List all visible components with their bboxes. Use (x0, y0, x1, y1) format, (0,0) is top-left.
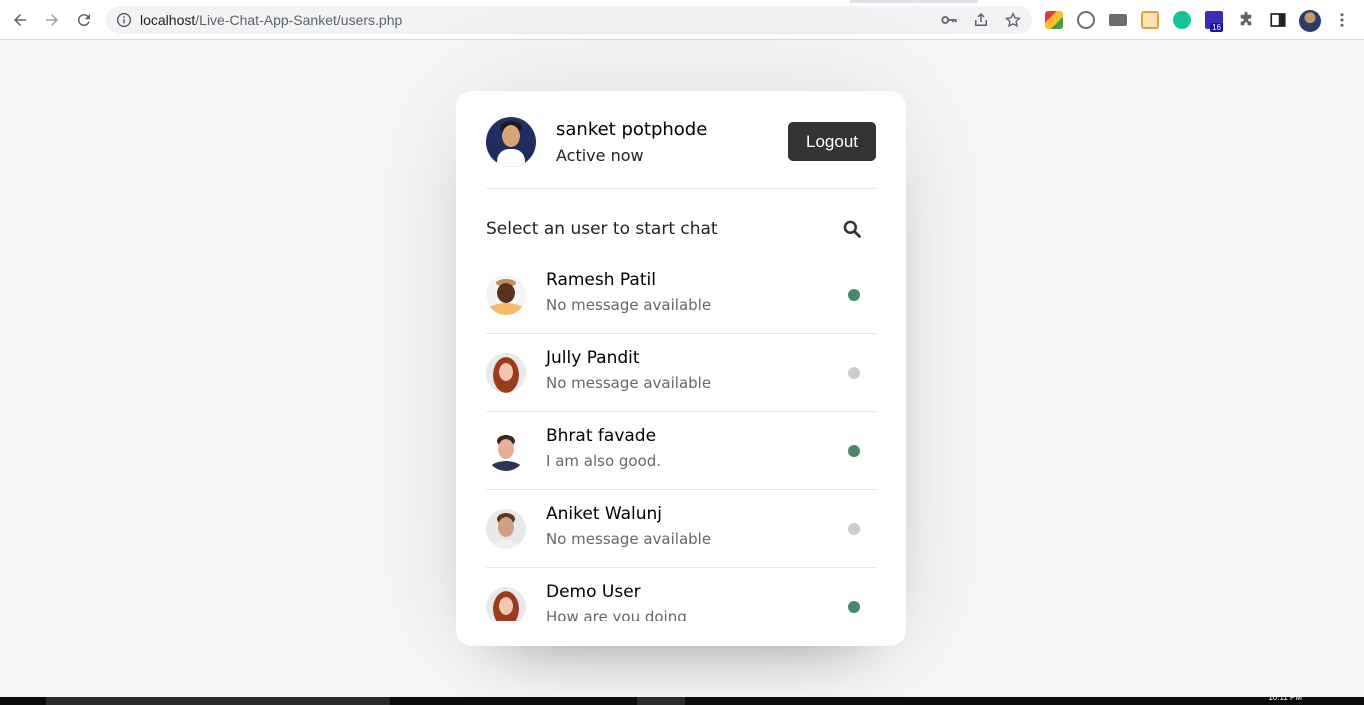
colorful-extension-icon[interactable] (1045, 11, 1063, 29)
user-item[interactable]: Bhrat favade I am also good. (486, 412, 876, 490)
user-item[interactable]: Demo User How are you doing (486, 568, 876, 621)
offline-status-dot (848, 367, 860, 379)
url-text[interactable]: localhost/Live-Chat-App-Sanket/users.php (140, 12, 402, 28)
user-name: Jully Pandit (546, 348, 640, 368)
url-path: /Live-Chat-App-Sanket/users.php (195, 12, 403, 28)
extension-badge: 16 (1210, 23, 1223, 32)
current-user-avatar (486, 117, 536, 167)
bookmark-star-icon[interactable] (1004, 11, 1022, 29)
user-name: Ramesh Patil (546, 270, 656, 290)
users-card: sanket potphode Active now Logout Select… (456, 91, 906, 646)
user-last-message: No message available (546, 296, 712, 314)
user-last-message: No message available (546, 374, 712, 392)
profile-avatar[interactable] (1299, 10, 1321, 32)
user-last-message: No message available (546, 530, 712, 548)
user-avatar (486, 509, 526, 549)
forward-icon[interactable] (40, 8, 64, 32)
online-status-dot (848, 601, 860, 613)
user-item[interactable]: Ramesh Patil No message available (486, 256, 876, 334)
active-tab-edge (0, 0, 850, 3)
user-avatar (486, 587, 526, 621)
back-icon[interactable] (8, 8, 32, 32)
grammarly-icon[interactable] (1173, 11, 1191, 29)
user-item[interactable]: Jully Pandit No message available (486, 334, 876, 412)
taskbar: 10:11 PM (0, 693, 1364, 705)
user-name: Bhrat favade (546, 426, 657, 446)
user-avatar (486, 275, 526, 315)
browser-toolbar: localhost/Live-Chat-App-Sanket/users.php… (0, 0, 1364, 40)
user-last-message: I am also good. (546, 452, 662, 470)
key-icon[interactable] (940, 11, 958, 29)
offline-status-dot (848, 523, 860, 535)
reload-icon[interactable] (72, 8, 96, 32)
user-name: Aniket Walunj (546, 504, 663, 524)
online-status-dot (848, 445, 860, 457)
side-panel-icon[interactable] (1269, 11, 1287, 29)
taskbar-app[interactable] (46, 697, 390, 705)
address-bar[interactable]: localhost/Live-Chat-App-Sanket/users.php (106, 6, 1032, 34)
current-user-status: Active now (556, 146, 644, 165)
screenshot-extension-icon[interactable] (1141, 11, 1159, 29)
tab-strip (0, 0, 1364, 3)
url-host: localhost (140, 12, 196, 28)
search-bar: Select an user to start chat (486, 215, 876, 245)
user-avatar (486, 431, 526, 471)
inactive-tab-edge (978, 0, 1364, 3)
user-last-message: How are you doing (546, 608, 687, 621)
taskbar-clock: 10:11 PM (1268, 693, 1302, 702)
user-item[interactable]: Aniket Walunj No message available (486, 490, 876, 568)
current-user-name: sanket potphode (556, 119, 708, 140)
more-menu-icon[interactable] (1333, 11, 1351, 29)
video-camera-icon[interactable] (1109, 14, 1127, 26)
current-user-header: sanket potphode Active now Logout (486, 117, 876, 189)
online-status-dot (848, 289, 860, 301)
users-list: Ramesh Patil No message available Jully … (486, 256, 876, 621)
share-icon[interactable] (972, 11, 990, 29)
user-avatar (486, 353, 526, 393)
site-info-icon[interactable] (115, 11, 133, 29)
search-prompt: Select an user to start chat (486, 219, 718, 239)
logout-button[interactable]: Logout (788, 122, 876, 161)
taskbar-app[interactable] (637, 697, 685, 705)
puzzle-icon[interactable] (1237, 11, 1255, 29)
user-name: Demo User (546, 582, 641, 602)
search-icon[interactable] (842, 219, 862, 239)
wordpress-icon[interactable] (1077, 11, 1095, 29)
